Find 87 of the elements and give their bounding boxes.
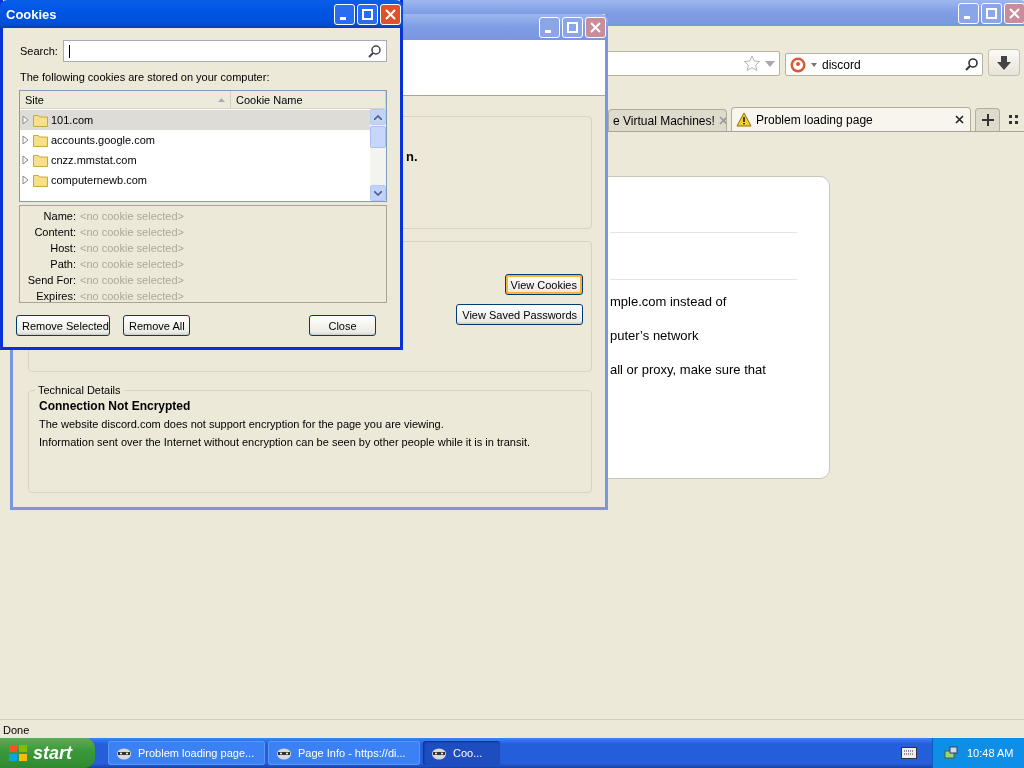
details-text: The website discord.com does not support encryption for the page you are viewing. <box>39 417 445 431</box>
maximize-button[interactable] <box>981 2 1002 24</box>
caret-icon <box>811 62 817 67</box>
intro-text: The following cookies are stored on your computer: <box>20 71 271 83</box>
browser-tab[interactable]: e Virtual Machines! <box>608 109 727 131</box>
maximize-icon <box>986 7 997 19</box>
close-button[interactable] <box>585 16 606 38</box>
arrow-down-icon <box>997 55 1011 70</box>
detail-value: <no cookie selected> <box>80 241 185 256</box>
folder-icon <box>33 173 48 187</box>
close-icon[interactable] <box>955 115 964 124</box>
windows-logo-icon <box>8 744 28 762</box>
remove-selected-button[interactable]: Remove Selected <box>16 315 110 336</box>
detail-label: Content: <box>33 225 76 240</box>
site-row[interactable]: cnzz.mmstat.com <box>20 150 370 170</box>
maximize-icon <box>362 8 373 20</box>
folder-icon <box>33 113 48 127</box>
taskbar-button[interactable]: Page Info - https://di... <box>268 741 420 765</box>
browser-tab[interactable]: Problem loading page <box>731 107 971 131</box>
scroll-down-button[interactable] <box>370 185 386 201</box>
site-row[interactable]: 101.com <box>20 110 370 130</box>
chevron-down-icon <box>374 190 382 196</box>
search-label: Search: <box>20 45 58 57</box>
minimize-icon <box>340 16 346 20</box>
heading-text: n. <box>406 149 419 164</box>
error-text: mple.com instead of <box>609 293 728 311</box>
download-button[interactable] <box>988 49 1020 76</box>
close-dialog-button[interactable]: Close <box>309 315 376 336</box>
scroll-up-button[interactable] <box>370 109 386 125</box>
site-row[interactable]: accounts.google.com <box>20 130 370 150</box>
detail-value: <no cookie selected> <box>80 289 185 304</box>
clock: 10:48 AM <box>967 747 1014 759</box>
error-text: puter’s network <box>609 327 700 345</box>
search-field[interactable] <box>62 40 387 62</box>
column-header[interactable]: Site <box>20 91 231 108</box>
grid-icon[interactable] <box>1009 115 1018 124</box>
view-cookies-button[interactable]: View Cookies <box>504 274 583 295</box>
dropdown-icon[interactable] <box>765 60 775 67</box>
view-passwords-button[interactable]: View Saved Passwords <box>456 304 583 325</box>
taskbar-button[interactable]: Coo... <box>423 741 500 765</box>
folder-icon <box>33 133 48 147</box>
detail-label: Host: <box>49 241 76 256</box>
detail-value: <no cookie selected> <box>80 257 185 272</box>
detail-label: Expires: <box>35 289 76 304</box>
close-icon <box>590 21 601 33</box>
window-title: Cookies <box>6 6 58 22</box>
search-field[interactable]: discord <box>785 53 983 76</box>
remove-all-button[interactable]: Remove All <box>123 315 190 336</box>
chevron-up-icon <box>374 114 382 120</box>
close-icon <box>1009 7 1020 19</box>
error-text: all or proxy, make sure that <box>609 361 767 379</box>
detail-value: <no cookie selected> <box>80 273 185 288</box>
details-title: Connection Not Encrypted <box>39 399 192 413</box>
warning-icon <box>736 112 752 127</box>
start-button[interactable]: start <box>0 738 95 768</box>
network-icon <box>943 745 959 761</box>
minimize-button[interactable] <box>539 16 560 38</box>
folder-icon <box>33 153 48 167</box>
maximize-button[interactable] <box>357 3 378 25</box>
search-icon <box>368 44 381 58</box>
details-text: Information sent over the Internet without encryption can be seen by other people while it is in transit. <box>39 435 531 449</box>
minimize-icon <box>545 29 551 33</box>
close-button[interactable] <box>380 3 401 25</box>
plus-icon <box>981 114 994 126</box>
keyboard-icon <box>901 747 917 759</box>
close-button[interactable] <box>1004 2 1024 24</box>
detail-label: Path: <box>49 257 76 272</box>
new-tab-button[interactable] <box>975 108 1000 131</box>
close-icon <box>385 8 396 20</box>
minimize-button[interactable] <box>958 2 979 24</box>
search-icon <box>965 58 978 71</box>
minimize-icon <box>964 15 970 19</box>
star-icon[interactable] <box>743 55 761 72</box>
section-legend: Technical Details <box>35 384 124 396</box>
detail-label: Send For: <box>26 273 76 288</box>
detail-value: <no cookie selected> <box>80 209 185 224</box>
taskbar-button[interactable]: Problem loading page... <box>108 741 265 765</box>
detail-value: <no cookie selected> <box>80 225 185 240</box>
scrollbar-thumb[interactable] <box>370 126 386 148</box>
maximize-icon <box>567 21 578 33</box>
detail-label: Name: <box>42 209 76 224</box>
column-header[interactable]: Cookie Name <box>231 91 386 108</box>
status-text: Done <box>3 724 30 736</box>
duck-logo-icon <box>790 56 806 73</box>
minimize-button[interactable] <box>334 3 355 25</box>
maximize-button[interactable] <box>562 16 583 38</box>
site-row[interactable]: computernewb.com <box>20 170 370 190</box>
